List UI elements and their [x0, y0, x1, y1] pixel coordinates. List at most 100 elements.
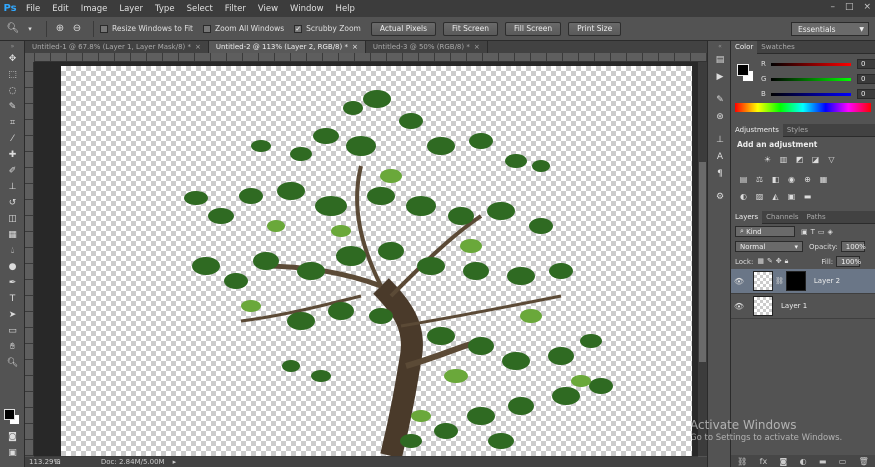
clone-source-icon[interactable]: ⊥: [708, 131, 732, 148]
vertical-scrollbar[interactable]: [698, 62, 707, 456]
workspace-select[interactable]: Essentials ▼: [791, 22, 869, 36]
hue-saturation-icon[interactable]: ▤: [737, 173, 750, 186]
crop-tool-icon[interactable]: ⌗: [0, 115, 25, 131]
tab-untitled-2[interactable]: Untitled-2 @ 113% (Layer 2, RGB/8) * ×: [208, 41, 366, 53]
zoom-level[interactable]: 113.29%: [25, 458, 60, 466]
zoom-out-icon[interactable]: ⊖: [70, 22, 84, 36]
vertical-ruler[interactable]: [25, 62, 34, 456]
invert-icon[interactable]: ◐: [737, 190, 750, 203]
layer-row-layer-1[interactable]: 👁︎ Layer 1: [731, 294, 875, 319]
fit-screen-button[interactable]: Fit Screen: [442, 21, 498, 36]
tab-layers[interactable]: Layers: [731, 210, 763, 224]
posterize-icon[interactable]: ▨: [753, 190, 766, 203]
new-group-icon[interactable]: ▬: [819, 457, 827, 466]
blue-slider[interactable]: [771, 92, 851, 96]
zoom-in-icon[interactable]: ⊕: [53, 22, 67, 36]
paragraph-panel-icon[interactable]: ¶: [708, 165, 732, 182]
eyedropper-tool-icon[interactable]: ⁄: [0, 131, 25, 147]
zoom-tool-icon[interactable]: 🔍︎: [0, 355, 25, 371]
healing-brush-tool-icon[interactable]: ✚: [0, 147, 25, 163]
new-adjustment-icon[interactable]: ◐: [800, 457, 807, 466]
red-slider[interactable]: [771, 62, 851, 66]
menu-file[interactable]: File: [20, 4, 46, 14]
black-white-icon[interactable]: ◧: [769, 173, 782, 186]
exposure-icon[interactable]: ◪: [809, 153, 822, 166]
eye-icon[interactable]: 👁︎: [731, 302, 747, 311]
gradient-tool-icon[interactable]: ▦: [0, 227, 25, 243]
status-doc-icon[interactable]: ⊡: [55, 458, 61, 466]
tab-untitled-3[interactable]: Untitled-3 @ 50% (RGB/8) * ×: [366, 41, 488, 53]
green-slider[interactable]: [771, 77, 851, 81]
zoom-all-checkbox[interactable]: Zoom All Windows: [202, 24, 284, 33]
menu-select[interactable]: Select: [181, 4, 219, 14]
close-icon[interactable]: ×: [352, 43, 358, 51]
tab-swatches[interactable]: Swatches: [757, 41, 798, 54]
eraser-tool-icon[interactable]: ◫: [0, 211, 25, 227]
maximize-button[interactable]: □: [845, 2, 854, 12]
status-menu-arrow-icon[interactable]: ▸: [173, 458, 177, 466]
brush-presets-icon[interactable]: ⊛: [708, 108, 732, 125]
layer-row-layer-2[interactable]: 👁︎ ⛓ Layer 2: [731, 269, 875, 294]
layer-kind-filter[interactable]: ⌕ Kind: [735, 226, 795, 237]
actions-panel-icon[interactable]: ▶: [708, 68, 732, 85]
menu-layer[interactable]: Layer: [113, 4, 149, 14]
color-lookup-icon[interactable]: ▦: [817, 173, 830, 186]
document-canvas[interactable]: [61, 66, 692, 456]
screen-mode-icon[interactable]: ▣: [0, 445, 25, 461]
marquee-tool-icon[interactable]: ⬚: [0, 67, 25, 83]
tool-preset-arrow-icon[interactable]: ▾: [23, 22, 37, 36]
zoom-tool-icon[interactable]: 🔍︎: [6, 22, 20, 36]
path-select-tool-icon[interactable]: ➤: [0, 307, 25, 323]
tab-adjustments[interactable]: Adjustments: [731, 123, 783, 137]
pen-tool-icon[interactable]: ✒: [0, 275, 25, 291]
menu-type[interactable]: Type: [149, 4, 181, 14]
history-brush-tool-icon[interactable]: ↺: [0, 195, 25, 211]
menu-edit[interactable]: Edit: [46, 4, 74, 14]
threshold-icon[interactable]: ◭: [769, 190, 782, 203]
tab-untitled-1[interactable]: Untitled-1 @ 67.8% (Layer 1, Layer Mask/…: [25, 41, 209, 53]
photo-filter-icon[interactable]: ◉: [785, 173, 798, 186]
channel-mixer-icon[interactable]: ⊕: [801, 173, 814, 186]
dodge-tool-icon[interactable]: ●: [0, 259, 25, 275]
gradient-map-icon[interactable]: ▬: [801, 190, 814, 203]
foreground-color-swatch[interactable]: [4, 409, 15, 420]
brush-tool-icon[interactable]: ✐: [0, 163, 25, 179]
eye-icon[interactable]: 👁︎: [731, 277, 747, 286]
actual-pixels-button[interactable]: Actual Pixels: [370, 21, 436, 36]
menu-view[interactable]: View: [252, 4, 284, 14]
minimize-button[interactable]: –: [830, 2, 835, 12]
canvas-area[interactable]: [34, 62, 698, 456]
tab-color[interactable]: Color: [731, 40, 758, 54]
close-icon[interactable]: ×: [474, 43, 480, 51]
fill-screen-button[interactable]: Fill Screen: [504, 21, 562, 36]
layer-mask-thumbnail[interactable]: [785, 271, 806, 291]
color-balance-icon[interactable]: ⚖: [753, 173, 766, 186]
scrubby-zoom-checkbox[interactable]: ✓ Scrubby Zoom: [294, 24, 361, 33]
hand-tool-icon[interactable]: ✋︎: [0, 339, 25, 355]
shape-tool-icon[interactable]: ▭: [0, 323, 25, 339]
add-mask-icon[interactable]: ◙: [780, 457, 788, 466]
levels-icon[interactable]: ▥: [777, 153, 790, 166]
tool-presets-icon[interactable]: ⚙: [708, 188, 732, 205]
curves-icon[interactable]: ◩: [793, 153, 806, 166]
quick-mask-icon[interactable]: ◙: [0, 429, 25, 445]
lock-icons[interactable]: ▦✎✥🔒︎: [757, 257, 791, 266]
fill-field[interactable]: 100%: [836, 256, 861, 267]
delete-layer-icon[interactable]: 🗑︎: [859, 457, 869, 466]
red-value-field[interactable]: 0: [857, 59, 875, 69]
character-panel-icon[interactable]: A: [708, 148, 732, 165]
tab-styles[interactable]: Styles: [783, 124, 812, 137]
clone-stamp-tool-icon[interactable]: ⊥: [0, 179, 25, 195]
menu-window[interactable]: Window: [284, 4, 330, 14]
brightness-icon[interactable]: ☀: [761, 153, 774, 166]
blend-mode-select[interactable]: Normal ▾: [735, 241, 803, 252]
horizontal-ruler[interactable]: [34, 53, 707, 62]
type-tool-icon[interactable]: T: [0, 291, 25, 307]
selective-color-icon[interactable]: ▣: [785, 190, 798, 203]
opacity-field[interactable]: 100%: [840, 241, 866, 252]
quick-select-tool-icon[interactable]: ✎: [0, 99, 25, 115]
link-icon[interactable]: ⛓: [775, 277, 784, 285]
new-layer-icon[interactable]: ▭: [839, 457, 847, 466]
link-layers-icon[interactable]: ⛓: [737, 457, 747, 466]
green-value-field[interactable]: 0: [857, 74, 875, 84]
